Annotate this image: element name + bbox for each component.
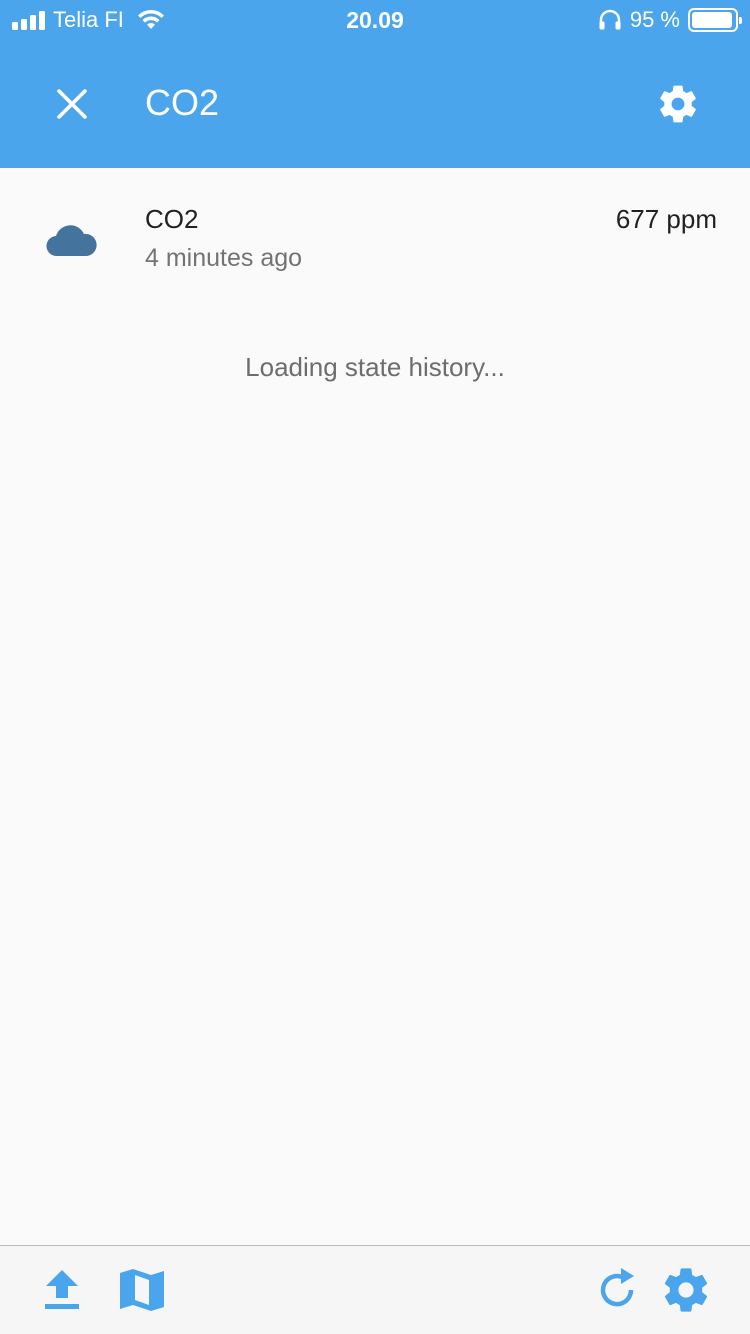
bottom-toolbar [0, 1245, 750, 1334]
close-button[interactable] [44, 76, 100, 132]
app-settings-button[interactable] [660, 1264, 712, 1316]
refresh-icon [600, 1268, 634, 1307]
entity-name: CO2 [145, 204, 199, 234]
dialog-header: CO2 [0, 40, 750, 168]
history-loading-text: Loading state history... [245, 352, 505, 382]
battery-percent: 95 % [629, 7, 680, 32]
status-bar: Telia FI 20.09 95 % [0, 0, 750, 40]
entity-last-changed: 4 minutes ago [145, 244, 303, 272]
gear-icon [664, 1268, 708, 1312]
battery-icon [688, 8, 742, 32]
entity-state-row: CO2 4 minutes ago 677 ppm [0, 168, 750, 288]
headphones-icon [599, 9, 621, 30]
refresh-button[interactable] [594, 1264, 646, 1316]
entity-state-value: 677 ppm [615, 204, 717, 234]
gear-icon [660, 85, 696, 123]
entity-settings-button[interactable] [650, 76, 706, 132]
map-icon [120, 1269, 164, 1311]
cloud-icon [46, 225, 97, 257]
close-icon [57, 89, 87, 119]
map-button[interactable] [116, 1264, 168, 1316]
share-button[interactable] [36, 1264, 88, 1316]
dialog-title: CO2 [145, 82, 220, 123]
upload-icon [45, 1270, 79, 1309]
